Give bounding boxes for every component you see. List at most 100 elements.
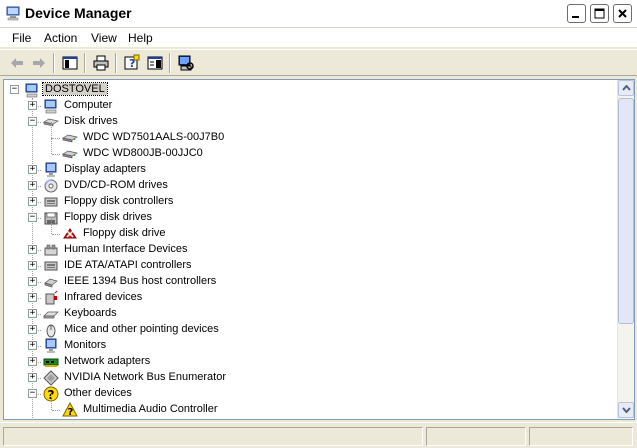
tree-category-node[interactable]: + Keyboards [4,306,604,322]
mouse-icon [46,324,56,338]
expand-expander[interactable]: + [28,293,37,302]
title-bar[interactable]: Device Manager [0,0,637,28]
scroll-down-button[interactable] [618,402,634,418]
expand-expander[interactable]: + [28,357,37,366]
vertical-scrollbar[interactable] [617,80,634,419]
tree-device-node[interactable]: ? Multimedia Audio Controller [4,394,604,418]
tree-device-node[interactable]: WDC WD800JB-00JJC0 [4,138,604,162]
tree-branch-line [52,410,60,411]
close-icon [618,9,627,18]
console-tree-icon[interactable] [61,54,79,72]
tree-branch-line [51,122,52,138]
tree-category-node[interactable]: + Infrared devices [4,290,604,306]
menu-file[interactable]: File [12,31,31,45]
tree-node-label: Multimedia Audio Controller [83,403,218,415]
tree-category-node[interactable]: −? Other devices [4,386,604,402]
collapse-expander[interactable]: − [28,389,37,398]
hard-disk-icon [62,134,78,143]
tree-node-label: IDE ATA/ATAPI controllers [64,259,192,271]
tree-branch-line [52,154,60,155]
tree-device-node[interactable]: Floppy disk drive [4,218,604,242]
tree-branch-line [52,234,60,235]
close-button[interactable] [613,4,632,23]
tree-branch-line [51,138,52,154]
tree-category-node[interactable]: − Floppy disk drives [4,210,604,226]
expand-expander[interactable]: + [28,197,37,206]
tree-node-label: DVD/CD-ROM drives [64,179,168,191]
tree-category-node[interactable]: + IDE ATA/ATAPI controllers [4,258,604,274]
menu-help[interactable]: Help [128,31,153,45]
monitor-icon [45,338,57,353]
keyboard-icon [43,311,59,319]
tree-category-node[interactable]: + Floppy disk controllers [4,194,604,210]
collapse-expander[interactable]: − [10,85,19,94]
tree-category-node[interactable]: + DVD/CD-ROM drives [4,178,604,194]
tree-node-label: Floppy disk controllers [64,195,174,207]
expand-expander[interactable]: + [28,309,37,318]
scroll-up-icon [621,85,631,91]
tree-category-node[interactable]: + Network adapters [4,354,604,370]
tree-node-label: Human Interface Devices [64,243,188,255]
collapse-expander[interactable]: − [28,213,37,222]
tree-branch-line [51,218,52,234]
status-panel-secondary [426,427,526,446]
tree-category-node[interactable]: + Mice and other pointing devices [4,322,604,338]
expand-expander[interactable]: + [28,277,37,286]
scroll-thumb[interactable] [618,98,634,324]
tree-node-label: Network adapters [64,355,151,367]
expand-expander[interactable]: + [28,261,37,270]
scan-hardware-icon[interactable] [177,54,195,72]
tree-category-node[interactable]: + NVIDIA Network Bus Enumerator [4,370,604,386]
expand-expander[interactable]: + [28,373,37,382]
scroll-down-icon [621,407,631,413]
cdrom-icon [44,179,58,193]
tree-category-node[interactable]: + Display adapters [4,162,604,178]
status-panel-main [3,427,423,446]
tree-node-label: Computer [64,99,113,111]
menu-action[interactable]: Action [44,31,77,45]
toolbar-separator [53,53,55,73]
tree-node-label: Mice and other pointing devices [64,323,219,335]
forward-arrow-icon[interactable] [30,54,48,72]
scroll-up-button[interactable] [618,80,634,96]
tree-node-label: Floppy disk drives [64,211,153,223]
tree-branch-line [52,138,60,139]
bus-enumerator-icon [43,370,59,386]
toolbar-separator [115,53,117,73]
tree-category-node[interactable]: − Disk drives [4,114,604,130]
expand-expander[interactable]: + [28,341,37,350]
expand-expander[interactable]: + [28,165,37,174]
toolbar-separator [84,53,86,73]
status-panel-tertiary [529,427,633,446]
properties-icon[interactable] [146,54,164,72]
expand-expander[interactable]: + [28,325,37,334]
tree-category-node[interactable]: + Monitors [4,338,604,354]
tree-root-node[interactable]: − DOSTOVEL [4,82,604,98]
tree-node-label: WDC WD800JB-00JJC0 [83,147,203,159]
tree-category-node[interactable]: + Human Interface Devices [4,242,604,258]
expand-expander[interactable]: + [28,181,37,190]
tree-node-label: Keyboards [64,307,117,319]
menu-view[interactable]: View [91,31,117,45]
minimize-button[interactable] [567,4,586,23]
back-arrow-icon[interactable] [8,54,26,72]
tree-node-label: Disk drives [64,115,118,127]
tree-node-label: Display adapters [64,163,146,175]
device-tree[interactable]: − DOSTOVEL + Computer − Disk drives WDC WD7501… [3,79,635,420]
tree-category-node[interactable]: + IEEE 1394 Bus host controllers [4,274,604,290]
help-icon[interactable]: ? [123,54,141,72]
maximize-icon [594,8,605,19]
minimize-icon [572,16,579,18]
tree-device-node[interactable]: WDC WD7501AALS-00J7B0 [4,122,604,146]
infrared-icon [45,290,58,305]
collapse-expander[interactable]: − [28,117,37,126]
tree-category-node[interactable]: + Computer [4,98,604,114]
printer-icon[interactable] [92,54,110,72]
toolbar: ? [0,49,637,76]
status-bar [0,422,637,448]
maximize-button[interactable] [590,4,609,23]
expand-expander[interactable]: + [28,245,37,254]
tree-node-label: Infrared devices [64,291,143,303]
svg-text:?: ? [68,407,74,418]
expand-expander[interactable]: + [28,101,37,110]
